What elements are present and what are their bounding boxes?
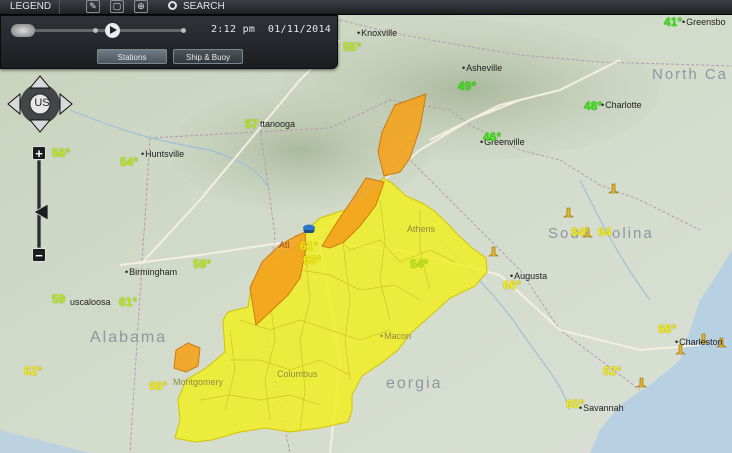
temp-reading[interactable]: 66° xyxy=(149,380,167,392)
city-macon: Macon xyxy=(380,331,411,341)
state-label-georgia: eorgia xyxy=(386,375,443,392)
temp-reading[interactable]: 62° xyxy=(603,365,621,377)
state-label-north-carolina: North Ca xyxy=(652,66,729,83)
city-columbus: Columbus xyxy=(277,369,318,379)
play-button[interactable] xyxy=(105,23,120,38)
legend-button[interactable]: LEGEND xyxy=(2,0,61,14)
temp-reading[interactable]: 54° xyxy=(410,258,428,270)
time-slider-track[interactable] xyxy=(13,29,183,32)
state-label-south-carolina-b: olina xyxy=(612,225,654,242)
temp-reading[interactable]: 64° xyxy=(571,226,589,238)
city-athens: Athens xyxy=(407,224,436,234)
tab-ship-buoy[interactable]: Ship & Buoy xyxy=(173,49,243,64)
time-step-dot xyxy=(93,28,98,33)
layers-icon[interactable]: ▢ xyxy=(110,0,124,13)
temp-reading[interactable]: 56° xyxy=(52,147,70,159)
temp-reading[interactable]: 66° xyxy=(503,279,521,291)
city-atlanta: Atl xyxy=(279,240,290,250)
map-tools-icon[interactable]: ⊕ xyxy=(134,0,148,13)
time-slider-knob[interactable] xyxy=(11,24,35,37)
city-montgomery: Montgomery xyxy=(173,377,224,387)
city-birmingham: Birmingham xyxy=(125,267,177,277)
temp-reading[interactable]: 61° xyxy=(300,240,318,252)
nav-region-label[interactable]: US xyxy=(33,97,51,109)
temp-reading[interactable]: 61° xyxy=(119,296,137,308)
search-icon xyxy=(168,1,177,10)
temp-reading[interactable]: 64 xyxy=(598,226,611,238)
temp-reading[interactable]: 46° xyxy=(483,131,501,143)
time-value: 2:12 pm xyxy=(211,24,256,35)
temp-reading[interactable]: 41° xyxy=(664,16,682,28)
temp-reading[interactable]: 54° xyxy=(120,156,138,168)
city-greensboro: Greensbo xyxy=(682,17,726,27)
city-asheville: Asheville xyxy=(462,63,502,73)
temp-reading[interactable]: 48° xyxy=(584,100,602,112)
time-step-dot xyxy=(181,28,186,33)
city-charlotte: Charlotte xyxy=(601,100,642,110)
state-label-alabama: Alabama xyxy=(90,329,168,346)
temp-reading[interactable]: 59° xyxy=(193,258,211,270)
search-label: SEARCH xyxy=(183,1,225,12)
temp-reading[interactable]: 68° xyxy=(658,323,676,335)
zoom-in-button[interactable]: + xyxy=(32,146,46,160)
city-tuscaloosa: uscaloosa xyxy=(70,297,111,307)
top-toolbar: LEGEND ✎ ▢ ⊕ SEARCH xyxy=(0,0,732,15)
pencil-icon[interactable]: ✎ xyxy=(86,0,100,13)
temp-reading[interactable]: 57 xyxy=(245,118,258,130)
city-chattanooga: ttanooga xyxy=(260,119,296,129)
city-charleston: Charleston xyxy=(675,337,723,347)
date-value: 01/11/2014 xyxy=(267,24,332,35)
tab-stations[interactable]: Stations xyxy=(97,49,167,64)
zoom-out-button[interactable]: − xyxy=(32,248,46,262)
city-savannah: Savannah xyxy=(579,403,624,413)
temp-reading[interactable]: 59 xyxy=(52,293,65,305)
temp-reading[interactable]: 49° xyxy=(458,80,476,92)
city-huntsville: Huntsville xyxy=(141,149,184,159)
timestamp: 2:12 pm 01/11/2014 xyxy=(211,24,331,35)
temp-reading[interactable]: 63° xyxy=(303,254,321,266)
time-control-panel: 2:12 pm 01/11/2014 Stations Ship & Buoy xyxy=(0,15,338,69)
weather-station-icon[interactable] xyxy=(303,224,315,234)
temp-reading[interactable]: 62° xyxy=(24,365,42,377)
search-button[interactable]: SEARCH xyxy=(168,0,225,14)
temp-reading[interactable]: 65° xyxy=(566,398,584,410)
temp-reading[interactable]: 55° xyxy=(343,41,361,53)
city-knoxville: Knoxville xyxy=(357,28,397,38)
